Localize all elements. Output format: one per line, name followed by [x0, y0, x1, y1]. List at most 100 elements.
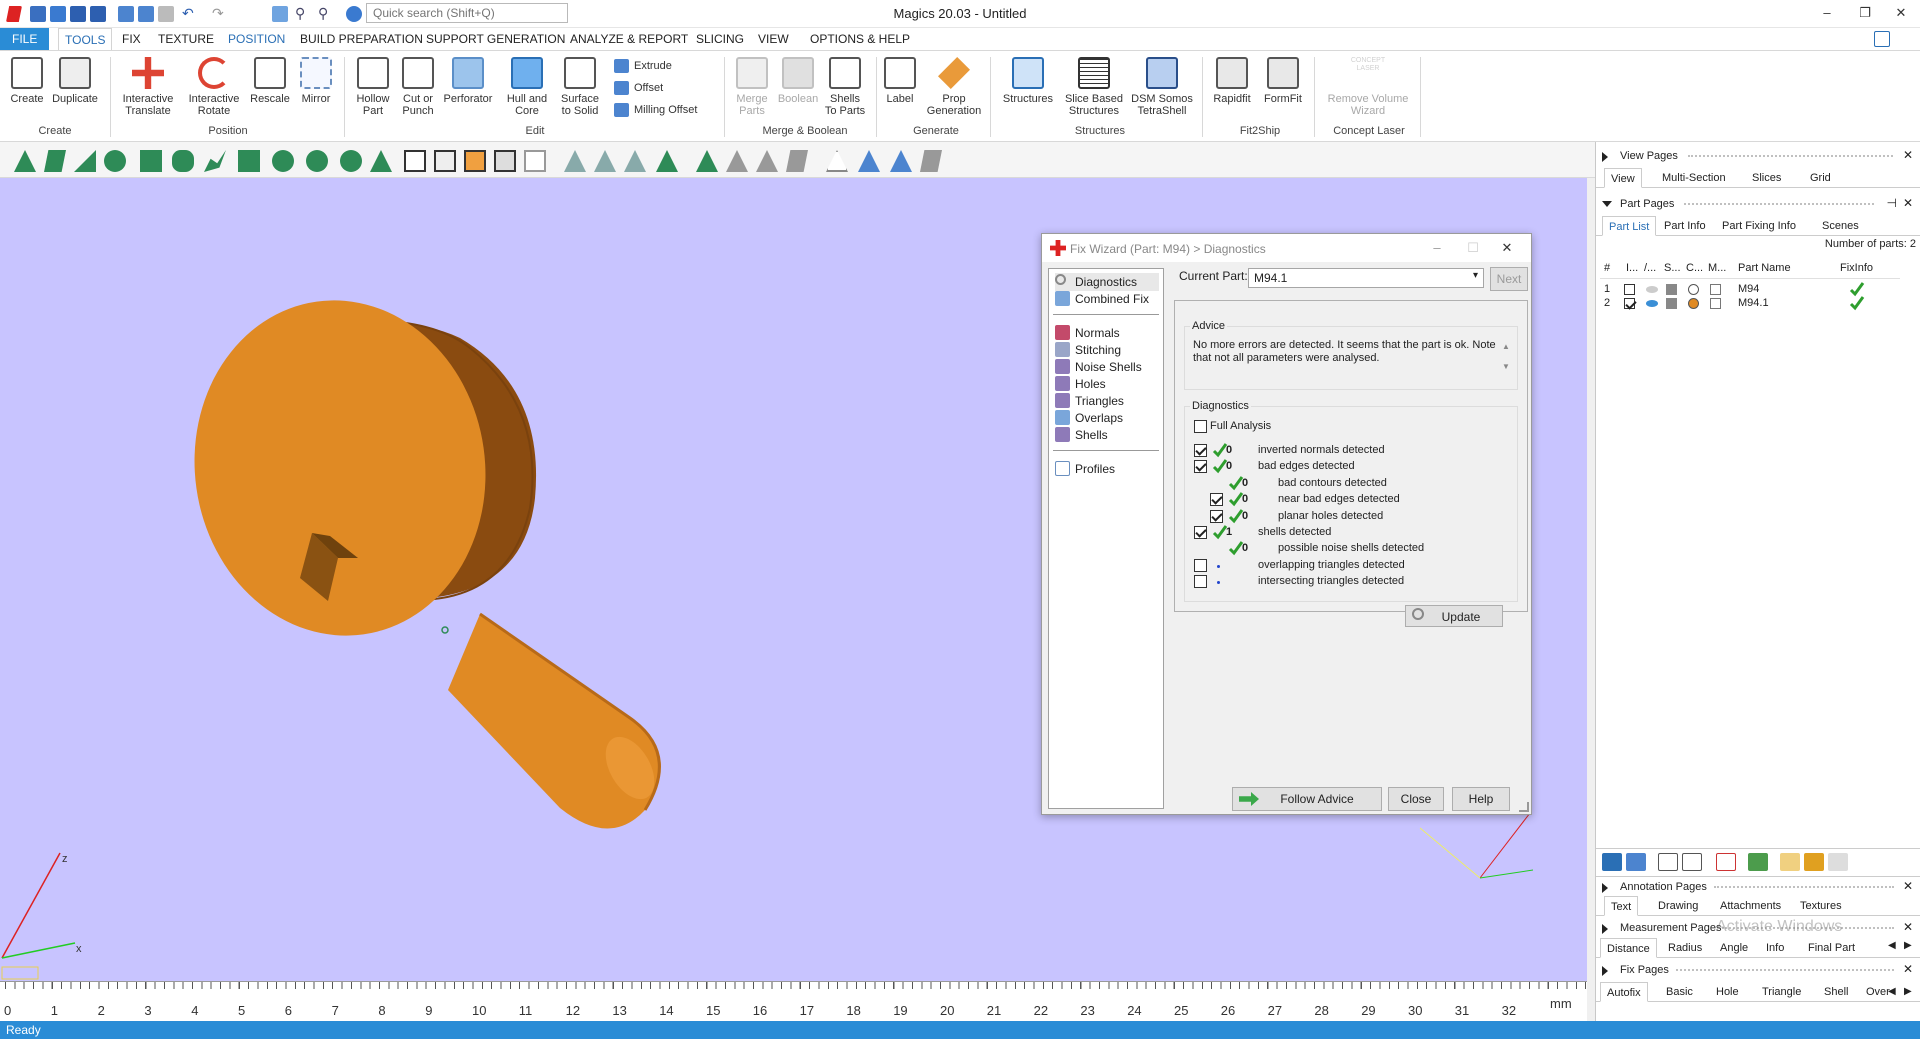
select-triangle-icon[interactable] — [14, 150, 36, 172]
tab-shell[interactable]: Shell — [1818, 982, 1854, 1002]
nav-normals[interactable]: Normals — [1055, 324, 1159, 342]
part-pages-header[interactable]: Part Pages ⊣ ✕ — [1596, 194, 1920, 214]
tab-slices[interactable]: Slices — [1746, 168, 1787, 188]
tab-scenes[interactable]: Scenes — [1816, 216, 1865, 236]
tab-scroll-left-icon[interactable]: ◀ — [1888, 986, 1896, 997]
close-icon[interactable]: ✕ — [1903, 962, 1913, 976]
tab-autofix[interactable]: Autofix — [1600, 982, 1648, 1002]
dialog-close-button[interactable]: ✕ — [1492, 237, 1522, 259]
tab-triangle[interactable]: Triangle — [1756, 982, 1807, 1002]
extrude-button[interactable]: Extrude — [612, 57, 672, 75]
interactive-translate-button[interactable]: Interactive Translate — [116, 55, 180, 117]
mark-shell-icon[interactable] — [656, 150, 678, 172]
extrude-marked-icon[interactable] — [920, 150, 942, 172]
tab-info[interactable]: Info — [1760, 938, 1790, 958]
select-shell-icon[interactable] — [104, 150, 126, 172]
part-model[interactable] — [173, 281, 664, 829]
select-cone-icon[interactable] — [370, 150, 392, 172]
shade-mode-icon[interactable] — [1666, 298, 1677, 309]
view-pages-header[interactable]: View Pages ✕ — [1596, 146, 1920, 166]
offset-button[interactable]: Offset — [612, 79, 663, 97]
mark-contour-icon[interactable] — [594, 150, 616, 172]
invert-select-icon[interactable] — [494, 150, 516, 172]
close-icon[interactable]: ✕ — [1903, 148, 1913, 162]
nav-profiles[interactable]: Profiles — [1055, 460, 1159, 478]
column-header[interactable]: /... — [1644, 262, 1656, 274]
nav-triangles[interactable]: Triangles — [1055, 392, 1159, 410]
select-window-icon[interactable] — [238, 150, 260, 172]
shrink-marking-icon[interactable] — [786, 150, 808, 172]
close-button[interactable]: ✕ — [1886, 2, 1916, 24]
diagnostic-checkbox[interactable] — [1210, 509, 1223, 523]
part-color-icon[interactable] — [1688, 284, 1699, 295]
prop-generation-button[interactable]: Prop Generation — [924, 55, 984, 117]
formfit-button[interactable]: FormFit — [1260, 55, 1306, 105]
tab-scroll-right-icon[interactable]: ▶ — [1904, 986, 1912, 997]
expand-marking-icon[interactable] — [756, 150, 778, 172]
tab-slicing[interactable]: SLICING — [690, 28, 750, 50]
table-row[interactable]: 1 M94 — [1596, 282, 1920, 297]
unmark-icon[interactable] — [696, 150, 718, 172]
part-tool-2-icon[interactable] — [1626, 853, 1646, 871]
tab-fix[interactable]: FIX — [116, 28, 147, 50]
restore-button[interactable]: ❐ — [1850, 2, 1880, 24]
diagnostic-checkbox[interactable] — [1194, 444, 1207, 457]
slice-based-structures-button[interactable]: Slice Based Structures — [1062, 55, 1126, 117]
part-color-icon[interactable] — [1688, 298, 1699, 309]
select-plane-icon[interactable] — [44, 150, 66, 172]
pin-icon[interactable]: ⊣ — [1887, 196, 1897, 210]
part-tool-3-icon[interactable] — [1658, 853, 1678, 871]
part-name[interactable]: M94 — [1738, 283, 1759, 295]
tab-part-list[interactable]: Part List — [1602, 216, 1657, 236]
nav-holes[interactable]: Holes — [1055, 375, 1159, 393]
minimize-button[interactable]: ‒ — [1812, 2, 1842, 24]
boolean-button[interactable]: Boolean — [776, 55, 820, 105]
mirror-button[interactable]: Mirror — [296, 55, 336, 105]
label-button[interactable]: Label — [880, 55, 920, 105]
tab-position[interactable]: POSITION — [222, 28, 291, 50]
follow-advice-button[interactable]: Follow Advice — [1232, 787, 1382, 811]
update-button[interactable]: Update — [1405, 605, 1503, 627]
structures-button[interactable]: Structures — [996, 55, 1060, 105]
tab-view[interactable]: VIEW — [752, 28, 795, 50]
tab-hole[interactable]: Hole — [1710, 982, 1745, 1002]
advice-scrollbar[interactable]: ▲ ▼ — [1500, 337, 1512, 383]
select-freeform-icon[interactable] — [204, 150, 226, 172]
tab-basic[interactable]: Basic — [1660, 982, 1699, 1002]
hollow-part-button[interactable]: Hollow Part — [350, 55, 396, 117]
eye-hidden-icon[interactable] — [1646, 286, 1658, 293]
column-header[interactable]: I... — [1626, 262, 1638, 274]
part-tool-9-icon[interactable] — [1828, 853, 1848, 871]
table-row[interactable]: 2 M94.1 — [1596, 296, 1920, 311]
tab-textures[interactable]: Textures — [1794, 896, 1848, 916]
shade-mode-icon[interactable] — [1666, 284, 1677, 295]
nav-overlaps[interactable]: Overlaps — [1055, 409, 1159, 427]
rescale-button[interactable]: Rescale — [248, 55, 292, 105]
tab-attachments[interactable]: Attachments — [1714, 896, 1787, 916]
diagnostic-checkbox[interactable] — [1194, 526, 1207, 539]
select-part-icon[interactable] — [140, 150, 162, 172]
tab-build-preparation[interactable]: BUILD PREPARATION — [294, 28, 429, 50]
part-visible-checkbox[interactable] — [1624, 298, 1635, 309]
fix-pages-header[interactable]: Fix Pages ✕ — [1596, 960, 1920, 980]
part-tool-5-icon[interactable] — [1716, 853, 1736, 871]
part-tool-7-icon[interactable] — [1780, 853, 1800, 871]
help-button[interactable]: Help — [1452, 787, 1510, 811]
invert-marking-icon[interactable] — [858, 150, 880, 172]
tab-distance[interactable]: Distance — [1600, 938, 1657, 958]
select-brush-icon[interactable] — [306, 150, 328, 172]
tab-part-fixing-info[interactable]: Part Fixing Info — [1716, 216, 1802, 236]
nav-diagnostics[interactable]: Diagnostics — [1055, 273, 1159, 291]
diagnostic-checkbox[interactable] — [1210, 493, 1223, 507]
part-visible-checkbox[interactable] — [1624, 284, 1635, 295]
tab-part-info[interactable]: Part Info — [1658, 216, 1712, 236]
unmark-all-icon[interactable] — [726, 150, 748, 172]
tab-texture[interactable]: TEXTURE — [152, 28, 220, 50]
tab-options-help[interactable]: OPTIONS & HELP — [804, 28, 916, 50]
column-header[interactable]: Part Name — [1738, 262, 1791, 274]
column-header[interactable]: C... — [1686, 262, 1703, 274]
dialog-maximize-button[interactable]: ☐ — [1458, 237, 1488, 259]
shell-select-icon[interactable] — [404, 150, 426, 172]
part-tool-4-icon[interactable] — [1682, 853, 1702, 871]
select-lasso-icon[interactable] — [272, 150, 294, 172]
